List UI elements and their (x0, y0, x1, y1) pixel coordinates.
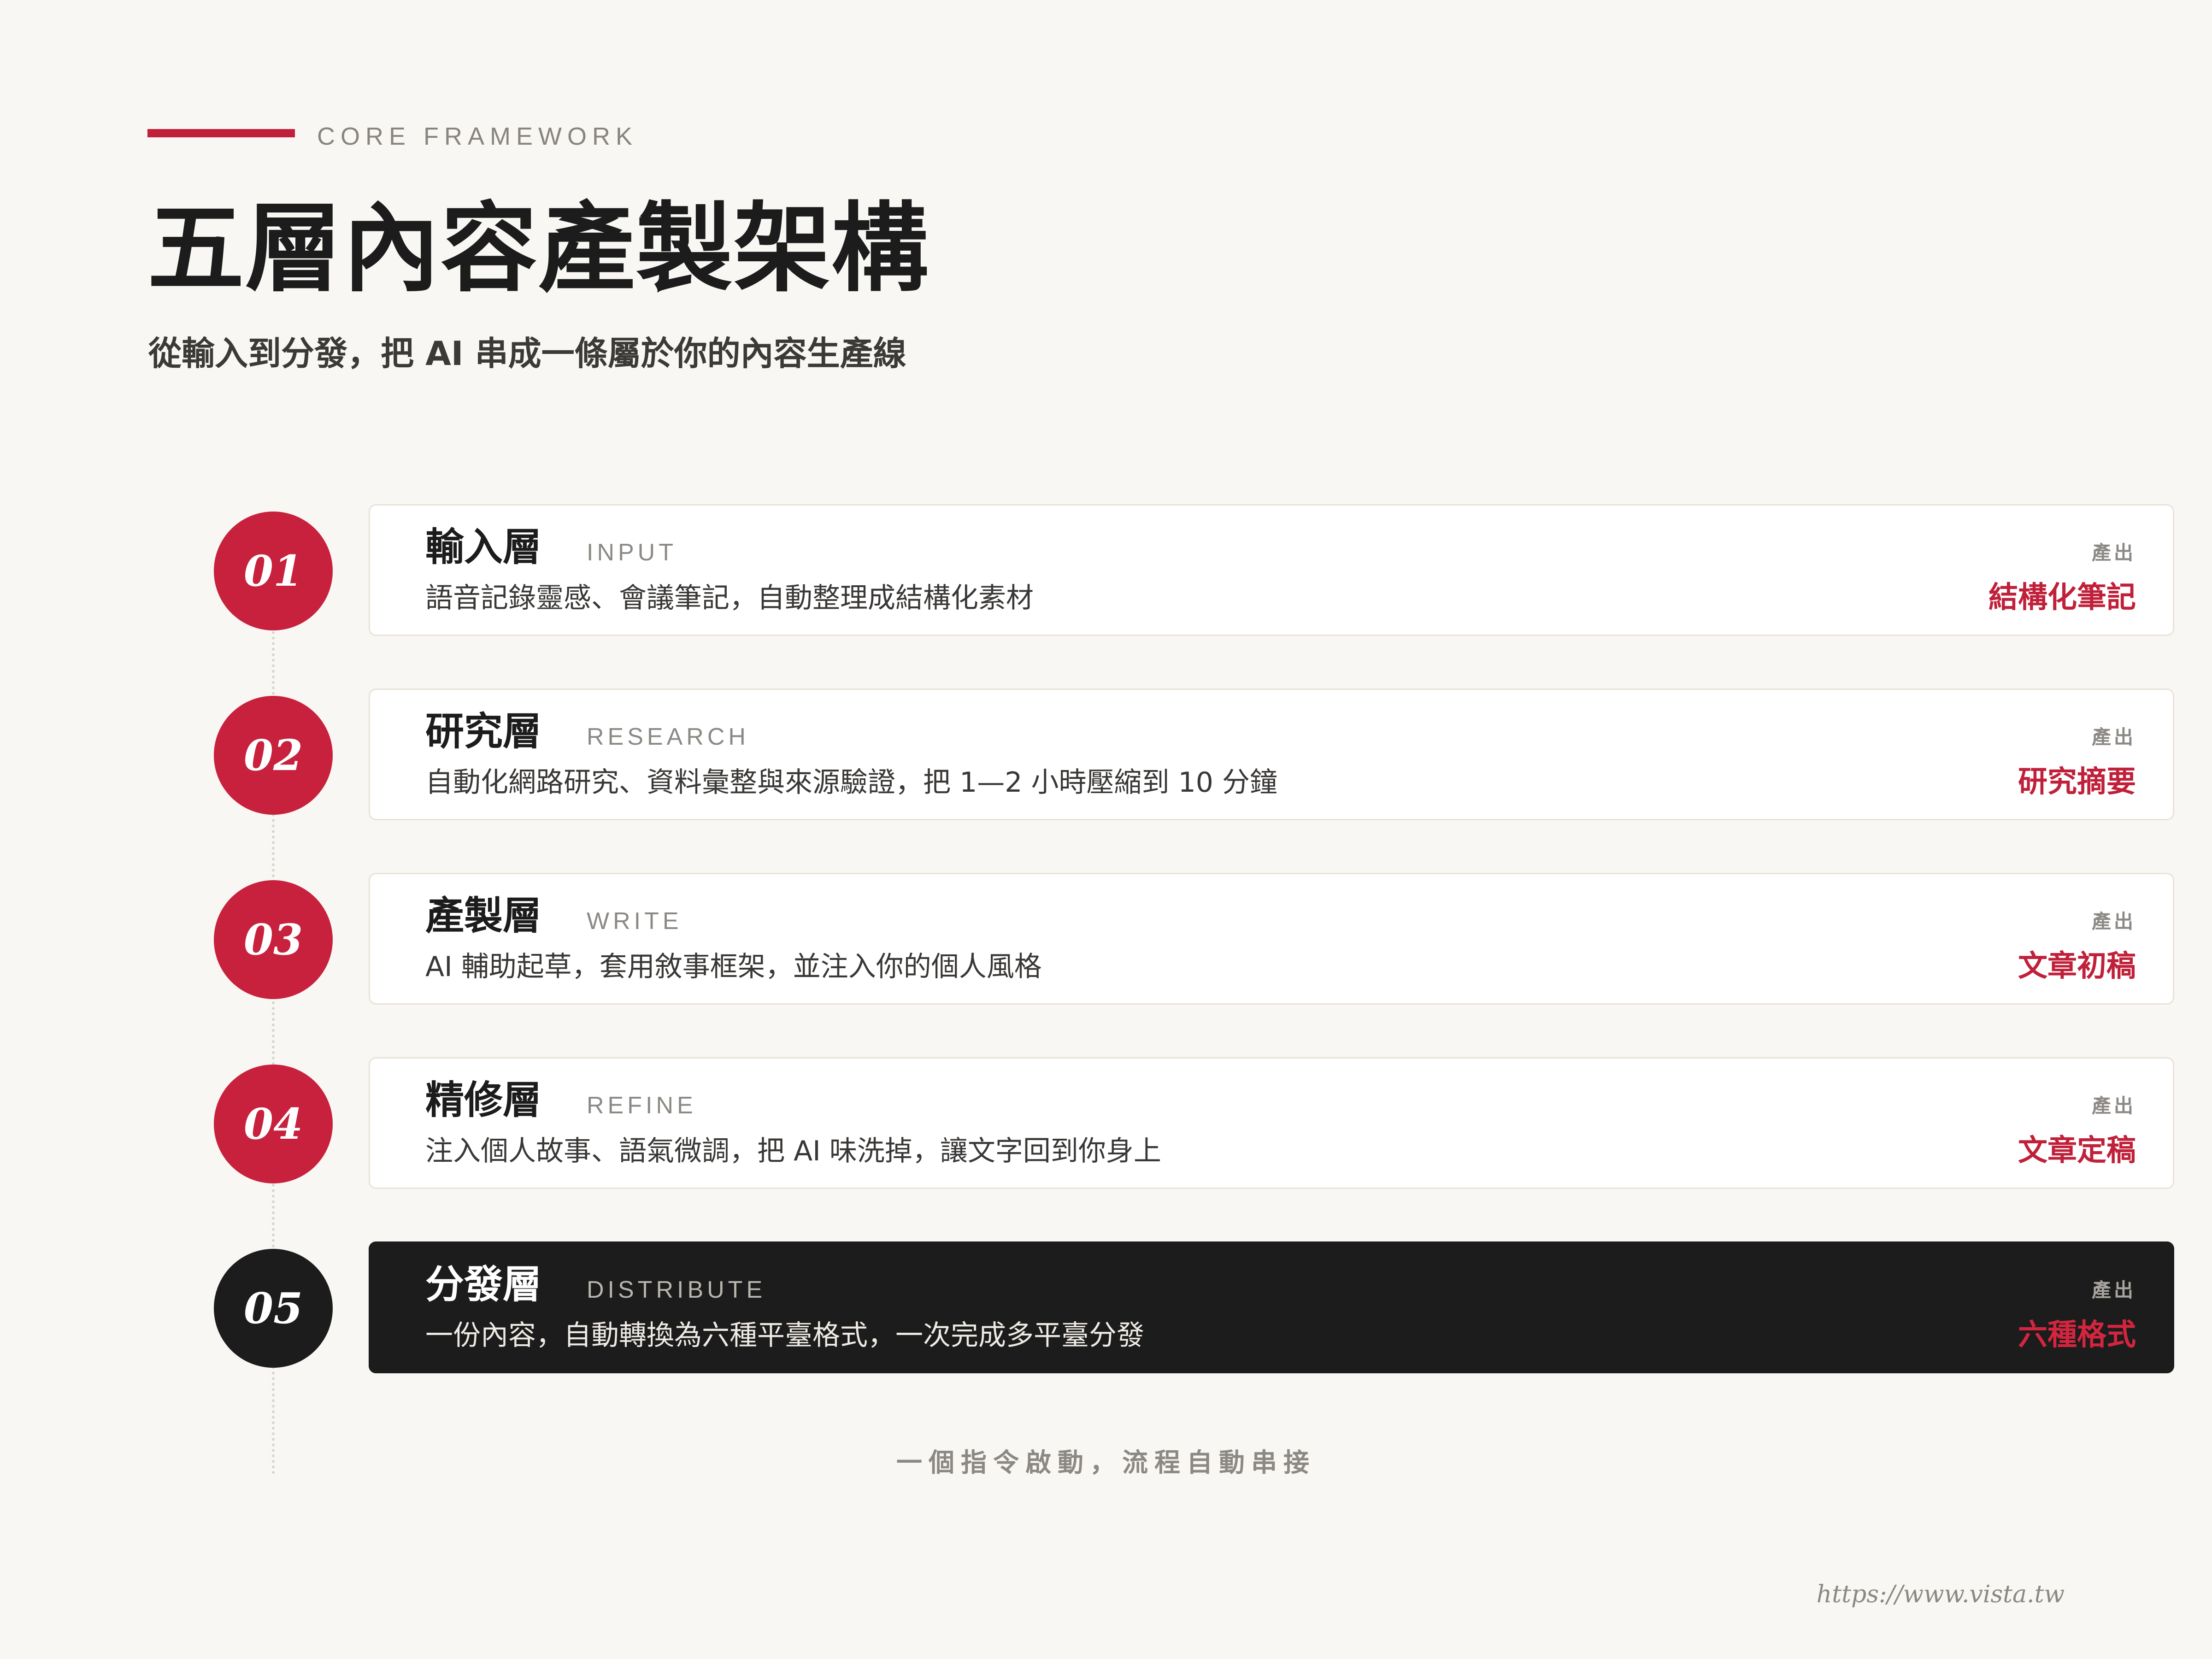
layer-english-name: RESEARCH (587, 724, 749, 750)
output-label: 產出 (2091, 726, 2136, 748)
layer-description: AI 輔助起草，套用敘事框架，並注入你的個人風格 (425, 951, 1042, 983)
footer-note: 一個指令啟動，流程自動串接 (896, 1448, 1316, 1478)
step-number-badge: 01 (214, 512, 333, 630)
step-number-badge: 05 (214, 1249, 333, 1368)
layer-english-name: WRITE (587, 908, 682, 935)
page-subtitle: 從輸入到分發，把 AI 串成一條屬於你的內容生產線 (148, 334, 906, 373)
layer-row-write: 03 產製層 WRITE AI 輔助起草，套用敘事框架，並注入你的個人風格 產出… (0, 873, 2212, 1006)
output-value: 研究摘要 (2018, 765, 2136, 799)
layer-english-name: REFINE (587, 1092, 697, 1119)
layer-english-name: INPUT (587, 539, 677, 566)
layer-description: 注入個人故事、語氣微調，把 AI 味洗掉，讓文字回到你身上 (425, 1135, 1161, 1167)
step-number-badge: 02 (214, 696, 333, 815)
output-label: 產出 (2091, 1094, 2136, 1117)
layer-card: 輸入層 INPUT 語音記錄靈感、會議筆記，自動整理成結構化素材 產出 結構化筆… (369, 504, 2174, 636)
output-label: 產出 (2091, 1279, 2136, 1301)
page-title: 五層內容產製架構 (147, 192, 930, 305)
footer-url: https://www.vista.tw (1816, 1581, 2065, 1608)
layer-row-research: 02 研究層 RESEARCH 自動化網路研究、資料彙整與來源驗證，把 1—2 … (0, 688, 2212, 822)
output-value: 文章初稿 (2018, 949, 2136, 983)
layer-description: 一份內容，自動轉換為六種平臺格式，一次完成多平臺分發 (425, 1319, 1144, 1352)
layer-row-refine: 04 精修層 REFINE 注入個人故事、語氣微調，把 AI 味洗掉，讓文字回到… (0, 1057, 2212, 1191)
output-value: 文章定稿 (2018, 1134, 2136, 1168)
layer-row-distribute: 05 分發層 DISTRIBUTE 一份內容，自動轉換為六種平臺格式，一次完成多… (0, 1241, 2212, 1375)
layer-name: 精修層 (425, 1077, 542, 1123)
eyebrow-accent-bar (147, 129, 295, 137)
eyebrow-label: CORE FRAMEWORK (317, 123, 638, 150)
layer-name: 產製層 (425, 893, 542, 938)
layer-name: 研究層 (425, 709, 542, 754)
layer-row-input: 01 輸入層 INPUT 語音記錄靈感、會議筆記，自動整理成結構化素材 產出 結… (0, 504, 2212, 638)
layer-description: 自動化網路研究、資料彙整與來源驗證，把 1—2 小時壓縮到 10 分鐘 (425, 766, 1277, 799)
layer-card: 產製層 WRITE AI 輔助起草，套用敘事框架，並注入你的個人風格 產出 文章… (369, 873, 2174, 1005)
step-number-badge: 03 (214, 880, 333, 999)
layer-english-name: DISTRIBUTE (587, 1277, 766, 1303)
output-value: 結構化筆記 (1988, 581, 2136, 615)
layer-name: 分發層 (425, 1262, 542, 1307)
layer-card-highlighted: 分發層 DISTRIBUTE 一份內容，自動轉換為六種平臺格式，一次完成多平臺分… (369, 1241, 2174, 1373)
layer-card: 研究層 RESEARCH 自動化網路研究、資料彙整與來源驗證，把 1—2 小時壓… (369, 688, 2174, 820)
layer-card: 精修層 REFINE 注入個人故事、語氣微調，把 AI 味洗掉，讓文字回到你身上… (369, 1057, 2174, 1189)
output-label: 產出 (2091, 541, 2136, 564)
step-number-badge: 04 (214, 1065, 333, 1183)
output-label: 產出 (2091, 910, 2136, 933)
layer-description: 語音記錄靈感、會議筆記，自動整理成結構化素材 (425, 582, 1034, 614)
output-value: 六種格式 (2018, 1318, 2136, 1352)
layer-name: 輸入層 (425, 524, 542, 570)
